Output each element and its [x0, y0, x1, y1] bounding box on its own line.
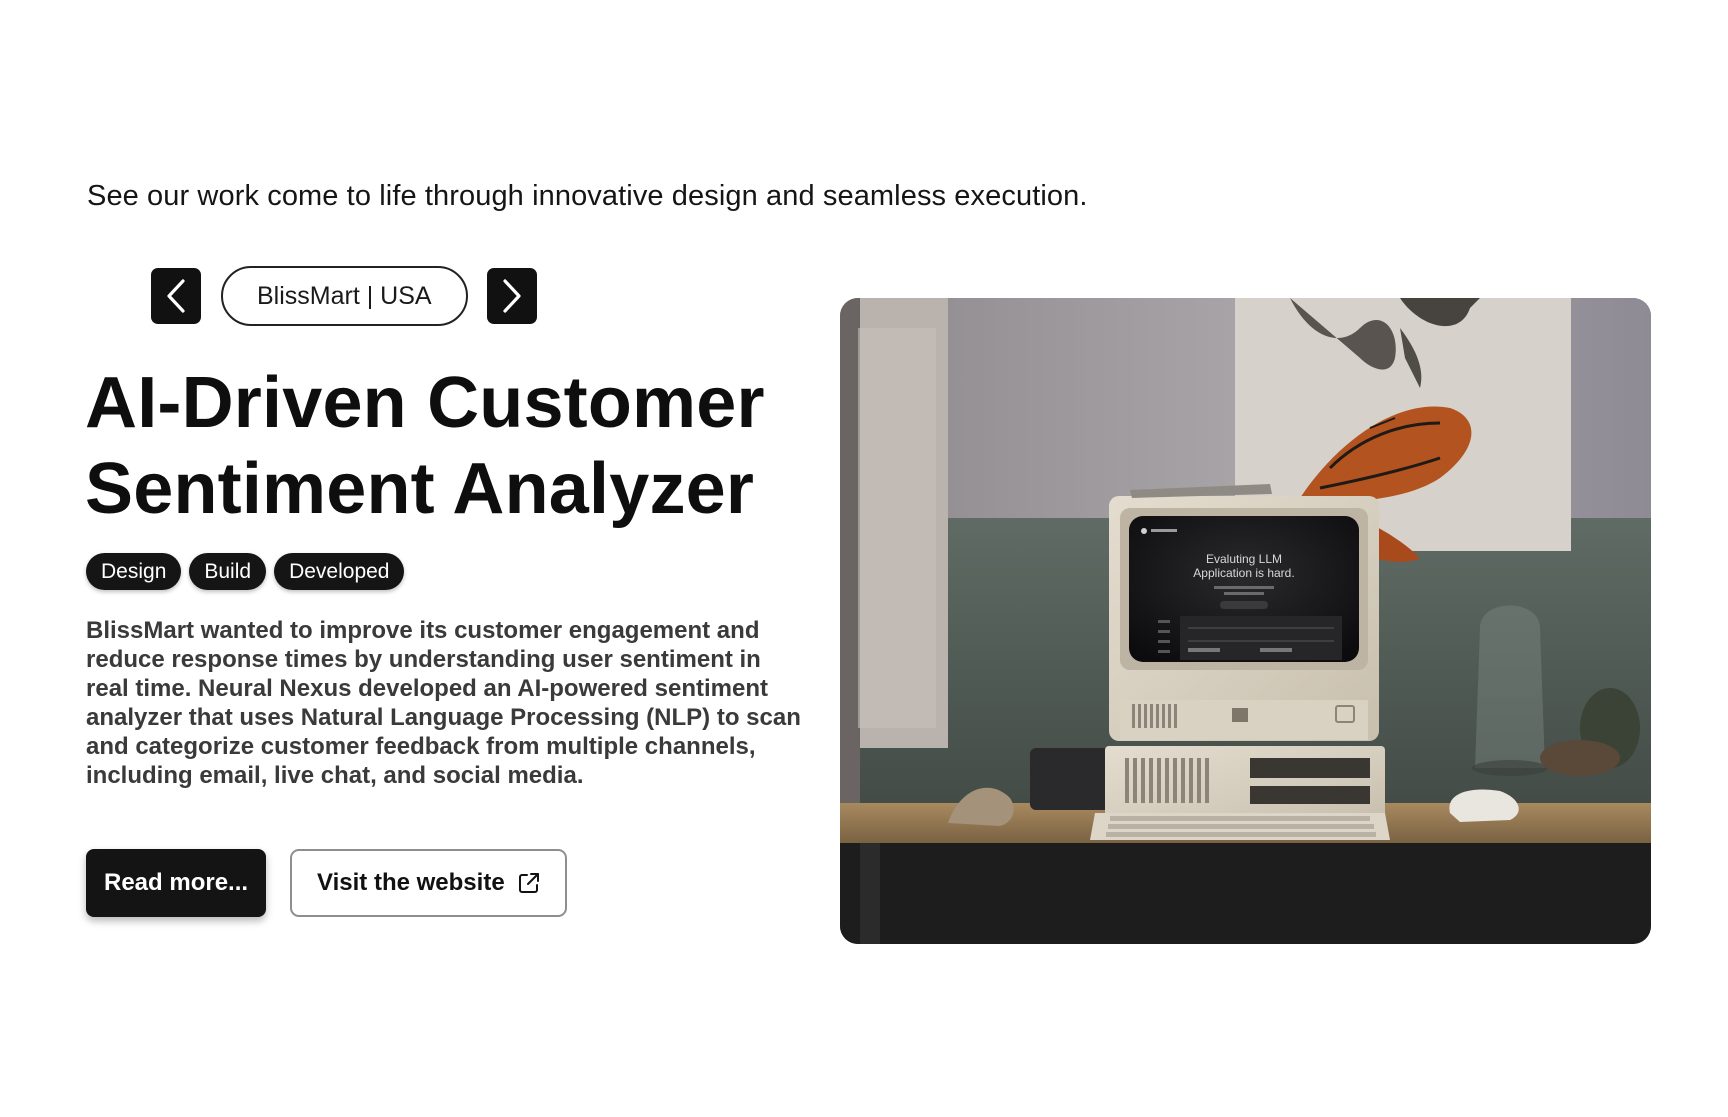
tag-developed: Developed	[274, 553, 405, 590]
next-button[interactable]	[486, 268, 537, 324]
external-link-icon	[517, 871, 541, 895]
visit-website-label: Visit the website	[317, 869, 505, 896]
project-description: BlissMart wanted to improve its customer…	[86, 617, 801, 789]
action-buttons: Read more... Visit the website	[86, 849, 567, 917]
screen-heading-line-2: Application is hard.	[1193, 566, 1294, 580]
project-title-line-1: AI-Driven Customer	[85, 363, 765, 443]
previous-button[interactable]	[151, 268, 201, 324]
project-title: AI-Driven Customer Sentiment Analyzer	[85, 360, 845, 532]
project-hero-image: Evaluting LLM Application is hard.	[840, 298, 1651, 944]
page: See our work come to life through innova…	[0, 0, 1728, 1117]
project-title-line-2: Sentiment Analyzer	[85, 449, 755, 529]
carousel-nav: BlissMart | USA	[151, 266, 537, 326]
chevron-right-icon	[502, 279, 521, 313]
tag-design: Design	[86, 553, 182, 590]
intro-text: See our work come to life through innova…	[87, 180, 1088, 212]
screen-heading-line-1: Evaluting LLM	[1206, 552, 1282, 566]
chevron-left-icon	[167, 279, 185, 313]
read-more-button[interactable]: Read more...	[86, 849, 267, 917]
tag-list: Design Build Developed	[86, 553, 405, 590]
client-label: BlissMart | USA	[221, 266, 468, 326]
tag-build: Build	[189, 553, 267, 590]
visit-website-button[interactable]: Visit the website	[290, 849, 567, 917]
retro-computer-illustration: Evaluting LLM Application is hard.	[840, 298, 1651, 944]
